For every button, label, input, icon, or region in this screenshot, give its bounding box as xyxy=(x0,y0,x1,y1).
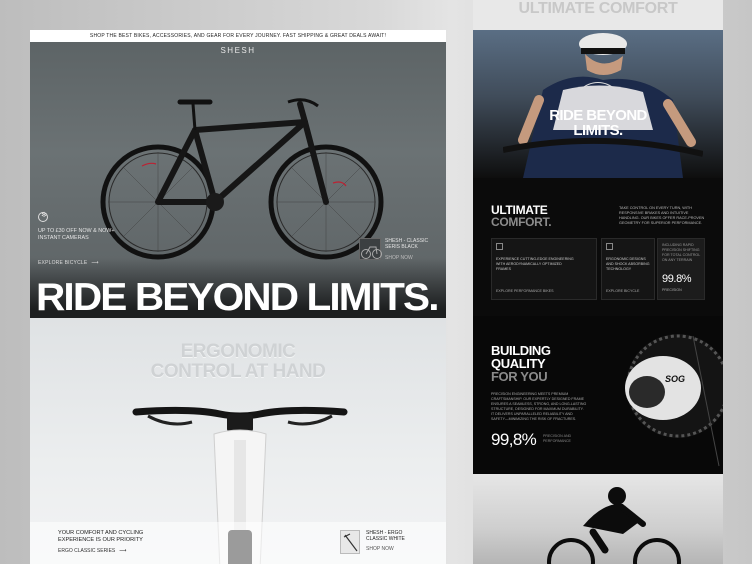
home-icon xyxy=(496,243,503,250)
feature-card-precision: INCLUDING RAPID PRECISION SHIFTING FOR T… xyxy=(657,238,705,300)
top-banner: ULTIMATE COMFORT xyxy=(473,0,723,30)
product-name: SHESH - CLASSIC SERIS BLACK xyxy=(385,238,429,250)
cyclist-silhouette-image xyxy=(547,487,681,564)
explore-bicycle-link[interactable]: EXPLORE BICYCLE xyxy=(606,289,639,293)
wheel-hub-image: SOG xyxy=(625,334,723,467)
promo-text: UP TO £30 OFF NOW & NOW+ INSTANT CAMERAS xyxy=(38,228,115,241)
shop-now-link[interactable]: SHOP NOW xyxy=(366,546,394,552)
product-thumbnail xyxy=(359,238,382,260)
section-description: TAKE CONTROL ON EVERY TURN, WITH RESPONS… xyxy=(619,206,705,225)
hero-title: RIDE BEYOND LIMITS. xyxy=(36,276,439,318)
top-title: ULTIMATE COMFORT xyxy=(518,0,678,17)
product-card-white[interactable]: SHESH - ERGO CLASSIC WHITE SHOP NOW xyxy=(340,530,420,560)
rider-hero: RIDE BEYOND LIMITS. xyxy=(473,30,723,178)
arrow-right-icon: ⟶ xyxy=(119,548,127,554)
bicycle-image xyxy=(100,98,384,260)
explore-performance-link[interactable]: EXPLORE PERFORMANCE BIKES xyxy=(496,289,554,293)
shop-now-link[interactable]: SHOP NOW xyxy=(385,255,413,261)
ergonomic-section: ERGONOMIC CONTROL AT HAND YOUR COMFORT A… xyxy=(30,318,446,564)
svg-text:SOG: SOG xyxy=(665,374,685,384)
section-subtitle: COMFORT. xyxy=(491,215,552,229)
feature-card-performance[interactable]: EXPERIENCE CUTTING-EDGE ENGINEERING WITH… xyxy=(491,238,597,300)
hero-section: SHESH ✻ UP TO £30 OFF NOW & NOW+ INSTANT… xyxy=(30,42,446,318)
announcement-bar: SHOP THE BEST BIKES, ACCESSORIES, AND GE… xyxy=(30,30,446,42)
product-card-black[interactable]: SHESH - CLASSIC SERIS BLACK SHOP NOW xyxy=(359,238,437,266)
hero-title: RIDE BEYOND LIMITS. xyxy=(549,107,647,139)
site-logo[interactable]: SHESH xyxy=(30,46,446,55)
section-title: BUILDING QUALITY xyxy=(491,343,551,371)
right-page-panel: ULTIMATE COMFORT RIDE BEYOND LIMITS. ULT… xyxy=(473,0,723,564)
explore-bicycle-link[interactable]: EXPLORE BICYCLE ⟶ xyxy=(38,260,99,266)
arrow-right-icon: ⟶ xyxy=(91,260,99,266)
comfort-text: YOUR COMFORT AND CYCLING EXPERIENCE IS O… xyxy=(58,530,144,543)
ultimate-comfort-section: ULTIMATE COMFORT. TAKE CONTROL ON EVERY … xyxy=(473,178,723,316)
cyclist-silhouette-section xyxy=(473,474,723,564)
building-quality-section: BUILDING QUALITY FOR YOU PRECISION ENGIN… xyxy=(473,316,723,474)
grid-icon xyxy=(606,243,613,250)
quality-stat: 99,8% xyxy=(491,430,537,449)
section-description: PRECISION ENGINEERING MEETS PREMIUM CRAF… xyxy=(491,392,587,421)
section-subtitle: FOR YOU xyxy=(491,369,548,384)
ergonomic-title: ERGONOMIC CONTROL AT HAND xyxy=(150,341,326,382)
product-thumbnail xyxy=(340,530,360,554)
feature-card-ergonomic[interactable]: ERGONOMIC DESIGNS AND SHOCK ABSORBING TE… xyxy=(601,238,655,300)
left-page-panel: SHOP THE BEST BIKES, ACCESSORIES, AND GE… xyxy=(30,30,446,564)
precision-stat: 99.8% xyxy=(662,273,692,285)
sun-icon xyxy=(38,211,49,222)
ergo-series-link[interactable]: ERGO CLASSIC SERIES ⟶ xyxy=(58,548,126,554)
product-name: SHESH - ERGO CLASSIC WHITE xyxy=(366,530,405,542)
